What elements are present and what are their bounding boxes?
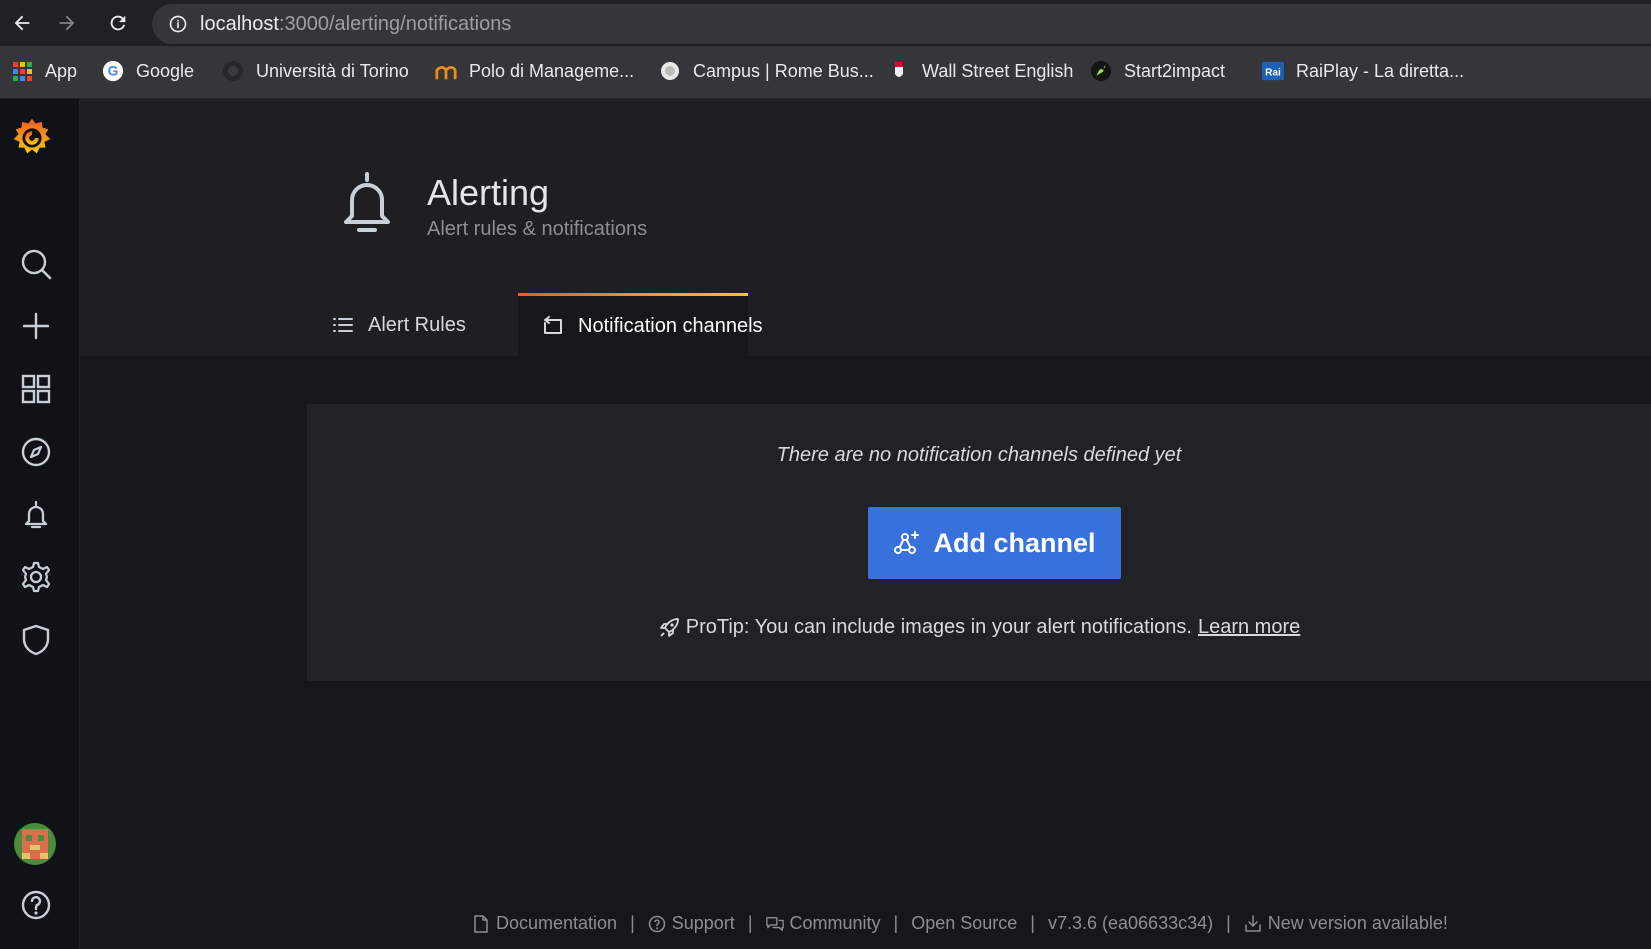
bookmark-wse[interactable]: Wall Street English — [888, 58, 1073, 84]
footer-version: v7.3.6 (ea06633c34) — [1048, 913, 1213, 934]
tab-notification-channels[interactable]: Notification channels — [518, 293, 763, 356]
avatar[interactable] — [14, 823, 56, 865]
wse-icon — [888, 60, 910, 82]
document-icon — [472, 914, 490, 933]
sidebar-item-server-admin[interactable] — [16, 620, 56, 660]
bookmark-polo[interactable]: Polo di Manageme... — [435, 58, 634, 84]
download-icon — [1244, 914, 1262, 933]
empty-state-message: There are no notification channels defin… — [776, 444, 1182, 466]
sidebar-item-explore[interactable] — [16, 432, 56, 472]
footer-separator: | — [630, 913, 635, 933]
tab-label: Notification channels — [578, 314, 763, 337]
footer-separator: | — [1030, 913, 1035, 933]
bookmark-label: Start2impact — [1124, 60, 1226, 81]
question-circle-icon — [648, 915, 666, 933]
footer-label: Community — [789, 913, 881, 933]
sidebar — [0, 99, 80, 949]
page-title: Alerting — [427, 172, 550, 213]
bookmark-label: Google — [136, 60, 195, 81]
plus-icon — [22, 312, 50, 340]
sidebar-item-alerting[interactable] — [16, 495, 56, 535]
sidebar-item-help[interactable] — [16, 885, 56, 925]
bookmark-label: App — [45, 60, 78, 81]
bookmarks-bar: App G Google Università di Torino Polo d… — [0, 46, 1651, 99]
footer-separator: | — [747, 913, 753, 933]
rocket-icon — [658, 617, 680, 639]
protip: ProTip: You can include images in your a… — [307, 616, 1651, 639]
sidebar-item-create[interactable] — [16, 306, 56, 346]
bookmark-label: Polo di Manageme... — [469, 60, 635, 81]
footer-separator: | — [893, 913, 899, 933]
comment-alt-share-icon — [542, 315, 564, 337]
footer-label: v7.3.6 (ea06633c34) — [1047, 913, 1214, 933]
question-icon — [21, 890, 51, 920]
page-header — [80, 99, 1651, 356]
tab-alert-rules[interactable]: Alert Rules — [332, 294, 466, 356]
apps-icon — [21, 374, 51, 404]
site-info-icon[interactable] — [168, 14, 188, 34]
sidebar-item-configuration[interactable] — [16, 557, 56, 597]
footer-separator: | — [1226, 913, 1231, 933]
sidebar-item-dashboards[interactable] — [16, 369, 56, 409]
rocket-icon — [1090, 60, 1112, 82]
svg-text:G: G — [108, 64, 119, 79]
add-channel-button[interactable]: Add channel — [868, 507, 1121, 579]
arrow-right-icon — [59, 15, 75, 31]
bookmark-unito[interactable]: Università di Torino — [222, 58, 409, 84]
reload-icon — [110, 15, 126, 31]
sidebar-item-search[interactable] — [16, 244, 56, 284]
apps-grid-icon — [11, 60, 33, 82]
comments-icon — [765, 915, 784, 933]
page-subtitle: Alert rules & notifications — [427, 218, 648, 240]
protip-text: ProTip: You can include images in your a… — [685, 616, 1192, 638]
footer-label: New version available! — [1267, 913, 1448, 933]
footer-label: Open Source — [911, 913, 1018, 933]
gear-icon — [21, 561, 51, 593]
forward-button[interactable] — [52, 8, 82, 38]
bookmark-app[interactable]: App — [11, 58, 77, 84]
reload-button[interactable] — [103, 8, 133, 38]
rai-icon: Rai — [1262, 60, 1284, 82]
footer-documentation-link[interactable]: Documentation — [472, 913, 617, 934]
search-icon — [21, 249, 52, 280]
arrow-left-icon — [14, 15, 30, 31]
url-host: localhost — [200, 12, 279, 35]
footer-new-version-link[interactable]: New version available! — [1244, 913, 1448, 934]
footer-community-link[interactable]: Community — [765, 913, 881, 934]
bookmark-label: RaiPlay - La diretta... — [1296, 60, 1465, 81]
tab-label: Alert Rules — [368, 313, 466, 336]
google-icon: G — [102, 60, 124, 82]
bookmark-label: Università di Torino — [256, 60, 409, 81]
url-path: :3000/alerting/notifications — [278, 12, 512, 35]
learn-more-link[interactable]: Learn more — [1198, 616, 1300, 639]
footer-open-source-link[interactable]: Open Source — [911, 913, 1017, 934]
browser-toolbar: localhost:3000/alerting/notifications — [0, 0, 1651, 46]
campus-icon — [659, 60, 681, 82]
svg-text:Rai: Rai — [1265, 68, 1281, 79]
bookmark-google[interactable]: G Google — [102, 58, 194, 84]
bookmark-label: Campus | Rome Bus... — [693, 60, 874, 81]
bell-icon — [338, 170, 396, 238]
unito-icon — [222, 60, 244, 82]
bookmark-raiplay[interactable]: Rai RaiPlay - La diretta... — [1262, 58, 1464, 84]
compass-icon — [21, 437, 51, 467]
back-button[interactable] — [7, 8, 37, 38]
bookmark-label: Wall Street English — [922, 60, 1074, 81]
shield-icon — [22, 624, 50, 656]
list-icon — [332, 314, 354, 336]
footer-label: Support — [671, 913, 735, 933]
polo-icon — [435, 60, 457, 82]
footer-label: Documentation — [496, 913, 618, 933]
bookmark-start2impact[interactable]: Start2impact — [1090, 58, 1225, 84]
add-channel-label: Add channel — [933, 527, 1096, 558]
address-bar[interactable]: localhost:3000/alerting/notifications — [152, 4, 1651, 44]
bell-icon — [24, 500, 48, 529]
bookmark-campus[interactable]: Campus | Rome Bus... — [659, 58, 874, 84]
empty-state-panel: There are no notification channels defin… — [307, 404, 1651, 681]
url-text: localhost:3000/alerting/notifications — [200, 13, 511, 36]
channel-add-icon — [893, 529, 921, 557]
grafana-logo-icon[interactable] — [9, 115, 55, 161]
footer-support-link[interactable]: Support — [648, 913, 735, 934]
